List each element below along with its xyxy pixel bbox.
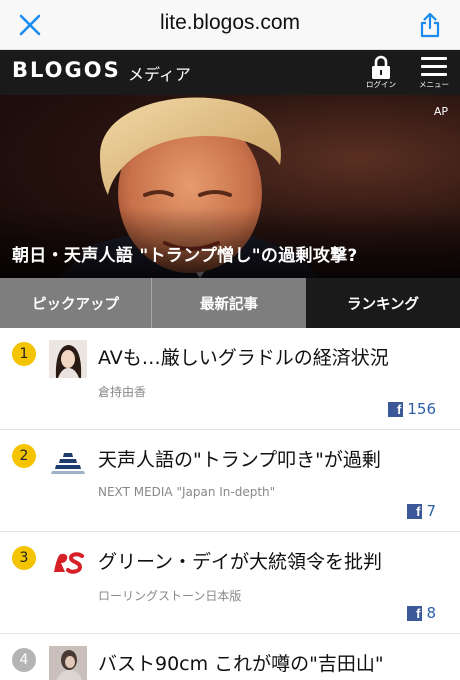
article-title[interactable]: グリーン・デイが大統領令を批判 <box>98 547 382 574</box>
login-button[interactable]: ログイン <box>364 52 398 92</box>
article-title[interactable]: バスト90cm これが噂の"吉田山" <box>98 649 384 676</box>
facebook-likes: f 7 <box>407 502 436 520</box>
like-count: 8 <box>426 604 436 622</box>
share-icon[interactable] <box>414 8 446 42</box>
rank-badge: 3 <box>12 546 36 570</box>
list-item[interactable]: 1 AVも…厳しいグラドルの経済状況 倉持由香 f 156 <box>0 328 460 430</box>
tab-ranking[interactable]: ランキング <box>306 278 460 328</box>
facebook-likes: f 156 <box>388 400 436 418</box>
article-title[interactable]: AVも…厳しいグラドルの経済状況 <box>98 343 389 370</box>
list-item[interactable]: 3 グリーン・デイが大統領令を批判 ローリングストーン日本版 f 8 <box>0 532 460 634</box>
list-item[interactable]: 2 天声人語の"トランプ叩き"が過剰 NEXT MEDIA "Japan In-… <box>0 430 460 532</box>
browser-url[interactable]: lite.blogos.com <box>0 11 460 35</box>
article-title[interactable]: 天声人語の"トランプ叩き"が過剰 <box>98 445 381 472</box>
menu-label: メニュー <box>419 80 449 89</box>
site-header: BLOGOS メディア ログイン メニュー <box>0 50 460 95</box>
lock-icon <box>372 55 390 79</box>
section-label: メディア <box>128 65 191 84</box>
rank-badge: 4 <box>12 648 36 672</box>
facebook-icon: f <box>407 503 423 519</box>
facebook-icon: f <box>407 605 423 621</box>
like-count: 7 <box>426 502 436 520</box>
article-source: NEXT MEDIA "Japan In-depth" <box>98 485 276 499</box>
article-thumbnail <box>49 646 87 680</box>
article-source: ローリングストーン日本版 <box>98 589 242 603</box>
ranking-list: 1 AVも…厳しいグラドルの経済状況 倉持由香 f 156 2 天声人語の"トラ… <box>0 328 460 680</box>
photo-credit: AP <box>433 105 448 118</box>
menu-button[interactable]: メニュー <box>414 52 454 92</box>
browser-toolbar: lite.blogos.com <box>0 0 460 50</box>
hero-title[interactable]: 朝日・天声人語 "トランプ憎し"の過剰攻撃? <box>12 241 358 266</box>
author-avatar <box>49 340 87 378</box>
tab-pickup[interactable]: ピックアップ <box>0 278 152 328</box>
source-logo-icon <box>49 442 87 480</box>
tab-bar: ピックアップ 最新記事 ランキング <box>0 278 460 328</box>
login-label: ログイン <box>366 80 396 89</box>
article-source: 倉持由香 <box>98 385 147 399</box>
facebook-icon: f <box>388 401 404 417</box>
facebook-likes: f 8 <box>407 604 436 622</box>
source-logo-icon <box>49 544 87 582</box>
site-logo[interactable]: BLOGOS <box>12 58 121 82</box>
tab-latest[interactable]: 最新記事 <box>152 278 306 328</box>
rank-badge: 1 <box>12 342 36 366</box>
hamburger-icon <box>421 57 447 77</box>
rank-badge: 2 <box>12 444 36 468</box>
like-count: 156 <box>407 400 436 418</box>
hero-article[interactable]: AP 朝日・天声人語 "トランプ憎し"の過剰攻撃? <box>0 95 460 278</box>
list-item[interactable]: 4 バスト90cm これが噂の"吉田山" <box>0 634 460 680</box>
